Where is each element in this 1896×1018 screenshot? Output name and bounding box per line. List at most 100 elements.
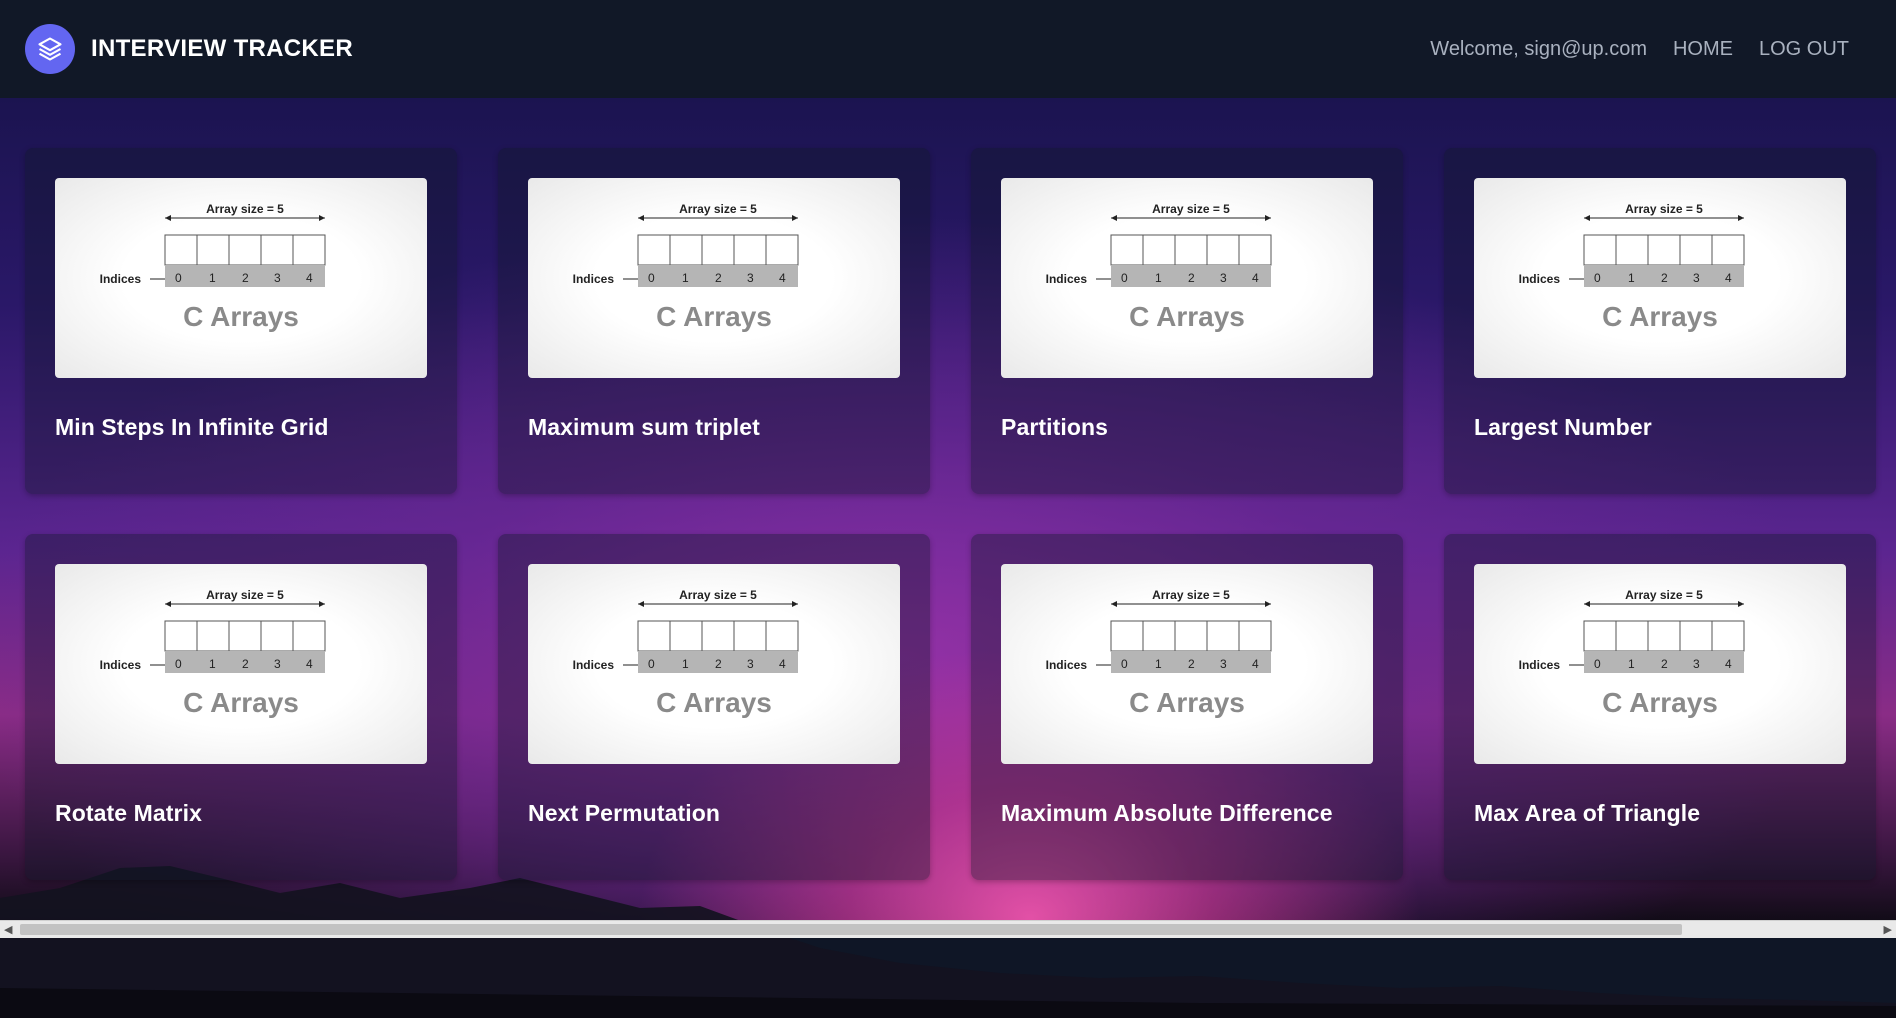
index-0: 0: [648, 657, 655, 671]
problem-card-0[interactable]: Array size = 5 Indices 0 1 2 3 4 C Array…: [25, 148, 457, 494]
right-arrow-icon[interactable]: ▶: [1884, 923, 1892, 936]
card-title: Maximum sum triplet: [528, 414, 760, 440]
index-0: 0: [1594, 271, 1601, 285]
card-title: Rotate Matrix: [55, 800, 202, 826]
indices-label: Indices: [573, 658, 615, 672]
index-2: 2: [242, 657, 249, 671]
indices-label: Indices: [100, 658, 142, 672]
index-1: 1: [1155, 657, 1162, 671]
array-size-label: Array size = 5: [1152, 202, 1230, 216]
layers-icon: [25, 24, 75, 74]
index-3: 3: [274, 271, 281, 285]
array-size-label: Array size = 5: [679, 202, 757, 216]
left-arrow-icon[interactable]: ◀: [4, 923, 12, 936]
index-4: 4: [1725, 657, 1732, 671]
welcome-text: Welcome, sign@up.com: [1430, 37, 1647, 60]
thumbnail-caption: C Arrays: [656, 687, 772, 718]
array-size-label: Array size = 5: [1152, 588, 1230, 602]
thumbnail-caption: C Arrays: [1129, 687, 1245, 718]
card-thumbnail: Array size = 5 Indices 0 1 2 3 4 C Array…: [1001, 564, 1373, 764]
index-1: 1: [682, 657, 689, 671]
problem-card-2[interactable]: Array size = 5 Indices 0 1 2 3 4 C Array…: [971, 148, 1403, 494]
top-navbar: INTERVIEW TRACKER Welcome, sign@up.com H…: [0, 0, 1896, 98]
card-thumbnail: Array size = 5 Indices 0 1 2 3 4 C Array…: [1001, 178, 1373, 378]
index-2: 2: [242, 271, 249, 285]
index-4: 4: [1252, 657, 1259, 671]
problem-card-5[interactable]: Array size = 5 Indices 0 1 2 3 4 C Array…: [498, 534, 930, 880]
card-thumbnail: Array size = 5 Indices 0 1 2 3 4 C Array…: [1474, 564, 1846, 764]
index-2: 2: [1188, 657, 1195, 671]
logout-link[interactable]: LOG OUT: [1759, 38, 1849, 61]
index-3: 3: [274, 657, 281, 671]
index-1: 1: [1628, 271, 1635, 285]
thumbnail-caption: C Arrays: [1602, 687, 1718, 718]
index-4: 4: [1725, 271, 1732, 285]
card-title: Max Area of Triangle: [1474, 800, 1701, 826]
index-0: 0: [1121, 657, 1128, 671]
index-2: 2: [1661, 657, 1668, 671]
index-4: 4: [779, 271, 786, 285]
problem-card-1[interactable]: Array size = 5 Indices 0 1 2 3 4 C Array…: [498, 148, 930, 494]
index-1: 1: [209, 271, 216, 285]
index-0: 0: [1594, 657, 1601, 671]
array-size-label: Array size = 5: [679, 588, 757, 602]
indices-label: Indices: [1519, 272, 1561, 286]
index-3: 3: [747, 271, 754, 285]
indices-label: Indices: [573, 272, 615, 286]
index-1: 1: [1155, 271, 1162, 285]
index-0: 0: [175, 657, 182, 671]
problem-card-7[interactable]: Array size = 5 Indices 0 1 2 3 4 C Array…: [1444, 534, 1876, 880]
home-link[interactable]: HOME: [1673, 38, 1733, 61]
card-title: Min Steps In Infinite Grid: [55, 414, 329, 440]
index-2: 2: [1661, 271, 1668, 285]
index-3: 3: [1693, 657, 1700, 671]
problem-card-4[interactable]: Array size = 5 Indices 0 1 2 3 4 C Array…: [25, 534, 457, 880]
card-thumbnail: Array size = 5 Indices 0 1 2 3 4 C Array…: [528, 178, 900, 378]
index-4: 4: [306, 271, 313, 285]
array-size-label: Array size = 5: [1625, 588, 1703, 602]
index-2: 2: [715, 271, 722, 285]
indices-label: Indices: [100, 272, 142, 286]
horizontal-scrollbar[interactable]: ◀ ▶: [0, 920, 1896, 938]
problem-card-6[interactable]: Array size = 5 Indices 0 1 2 3 4 C Array…: [971, 534, 1403, 880]
thumbnail-caption: C Arrays: [1602, 301, 1718, 332]
array-size-label: Array size = 5: [206, 588, 284, 602]
card-title: Largest Number: [1474, 414, 1652, 440]
index-1: 1: [1628, 657, 1635, 671]
index-2: 2: [715, 657, 722, 671]
card-thumbnail: Array size = 5 Indices 0 1 2 3 4 C Array…: [55, 178, 427, 378]
card-thumbnail: Array size = 5 Indices 0 1 2 3 4 C Array…: [528, 564, 900, 764]
index-2: 2: [1188, 271, 1195, 285]
index-4: 4: [306, 657, 313, 671]
indices-label: Indices: [1046, 272, 1088, 286]
problem-card-3[interactable]: Array size = 5 Indices 0 1 2 3 4 C Array…: [1444, 148, 1876, 494]
indices-label: Indices: [1519, 658, 1561, 672]
index-4: 4: [1252, 271, 1259, 285]
indices-label: Indices: [1046, 658, 1088, 672]
card-title: Maximum Absolute Difference: [1001, 800, 1333, 826]
index-3: 3: [1220, 271, 1227, 285]
app-title: INTERVIEW TRACKER: [91, 35, 353, 62]
index-1: 1: [209, 657, 216, 671]
scrollbar-thumb[interactable]: [20, 924, 1682, 935]
index-3: 3: [1693, 271, 1700, 285]
thumbnail-caption: C Arrays: [183, 687, 299, 718]
card-title: Partitions: [1001, 414, 1109, 440]
index-0: 0: [175, 271, 182, 285]
index-4: 4: [779, 657, 786, 671]
index-3: 3: [747, 657, 754, 671]
problem-card-grid: Array size = 5 Indices 0 1 2 3 4 C Array…: [25, 148, 1876, 880]
index-1: 1: [682, 271, 689, 285]
array-size-label: Array size = 5: [1625, 202, 1703, 216]
card-thumbnail: Array size = 5 Indices 0 1 2 3 4 C Array…: [1474, 178, 1846, 378]
thumbnail-caption: C Arrays: [656, 301, 772, 332]
array-size-label: Array size = 5: [206, 202, 284, 216]
nav-links: Welcome, sign@up.com HOME LOG OUT: [1430, 38, 1849, 61]
brand[interactable]: INTERVIEW TRACKER: [25, 24, 353, 74]
index-0: 0: [648, 271, 655, 285]
index-0: 0: [1121, 271, 1128, 285]
index-3: 3: [1220, 657, 1227, 671]
card-title: Next Permutation: [528, 800, 721, 826]
thumbnail-caption: C Arrays: [1129, 301, 1245, 332]
card-thumbnail: Array size = 5 Indices 0 1 2 3 4 C Array…: [55, 564, 427, 764]
